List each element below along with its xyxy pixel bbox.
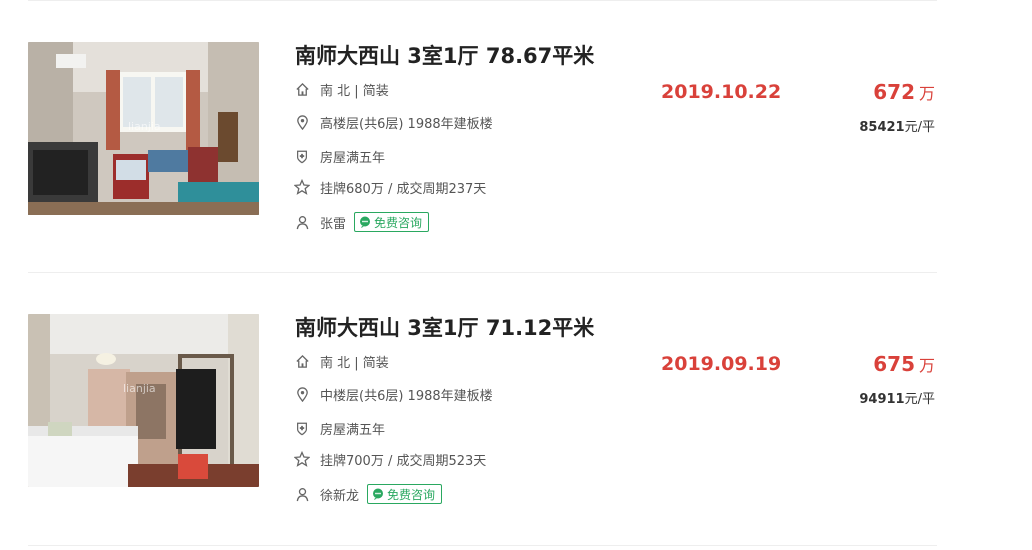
room-photo-image: lianjia xyxy=(28,314,259,487)
unit-price-number: 94911 xyxy=(859,392,905,407)
floor-text: 高楼层(共6层) 1988年建板楼 xyxy=(320,116,493,132)
deal-date: 2019.09.19 xyxy=(661,353,782,375)
orientation-row: 南 北 | 简装 xyxy=(293,351,389,371)
total-price: 675 万 xyxy=(873,352,935,376)
house-icon xyxy=(293,352,311,370)
location-pin-icon xyxy=(293,385,311,403)
agent-row: 张雷 免费咨询 xyxy=(293,212,430,232)
orientation-text: 南 北 | 简装 xyxy=(320,355,389,371)
listing-title[interactable]: 南师大西山 3室1厅 71.12平米 xyxy=(295,312,594,342)
person-icon xyxy=(293,213,311,231)
listing-info-row: 挂牌680万 / 成交周期237天 xyxy=(293,177,486,197)
chat-bubble-icon xyxy=(360,216,371,228)
star-icon xyxy=(293,450,311,468)
unit-price: 85421元/平 xyxy=(859,116,935,135)
tax-row: 房屋满五年 xyxy=(293,146,385,166)
house-icon xyxy=(293,80,311,98)
free-consult-label: 免费咨询 xyxy=(387,487,436,502)
unit-price-suffix: 元/平 xyxy=(904,120,935,135)
listing-info-text: 挂牌680万 / 成交周期237天 xyxy=(320,181,487,197)
shield-icon xyxy=(293,147,311,165)
deal-date: 2019.10.22 xyxy=(661,81,782,103)
free-consult-button[interactable]: 免费咨询 xyxy=(367,484,443,504)
floor-text: 中楼层(共6层) 1988年建板楼 xyxy=(320,388,493,404)
list-divider xyxy=(28,545,937,546)
total-price: 672 万 xyxy=(873,80,935,104)
chat-bubble-icon xyxy=(373,488,384,500)
tax-text: 房屋满五年 xyxy=(320,150,386,166)
free-consult-label: 免费咨询 xyxy=(374,215,423,230)
star-icon xyxy=(293,178,311,196)
listing-photo[interactable]: lianjia xyxy=(28,42,259,215)
person-icon xyxy=(293,485,311,503)
listing-item[interactable]: lianjia 南师大西山 3室1厅 71.12平米 南 北 | 简装 中楼层(… xyxy=(0,272,1032,544)
floor-row: 中楼层(共6层) 1988年建板楼 xyxy=(293,384,493,404)
svg-text:lianjia: lianjia xyxy=(128,120,161,133)
agent-row: 徐新龙 免费咨询 xyxy=(293,484,443,504)
orientation-row: 南 北 | 简装 xyxy=(293,79,389,99)
tax-row: 房屋满五年 xyxy=(293,418,385,438)
tax-text: 房屋满五年 xyxy=(320,422,386,438)
unit-price: 94911元/平 xyxy=(859,388,935,407)
agent-name[interactable]: 徐新龙 xyxy=(320,485,359,504)
listing-info-text: 挂牌700万 / 成交周期523天 xyxy=(320,453,487,469)
total-price-number: 672 xyxy=(873,80,915,104)
listing-photo[interactable]: lianjia xyxy=(28,314,259,487)
free-consult-button[interactable]: 免费咨询 xyxy=(354,212,430,232)
listing-title[interactable]: 南师大西山 3室1厅 78.67平米 xyxy=(295,40,594,70)
orientation-text: 南 北 | 简装 xyxy=(320,83,389,99)
floor-row: 高楼层(共6层) 1988年建板楼 xyxy=(293,112,493,132)
unit-price-number: 85421 xyxy=(859,120,905,135)
deal-list-page: lianjia 南师大西山 3室1厅 78.67平米 南 北 | 简装 高楼层(… xyxy=(0,0,1032,550)
total-price-unit: 万 xyxy=(918,356,935,375)
location-pin-icon xyxy=(293,113,311,131)
total-price-unit: 万 xyxy=(918,84,935,103)
listing-item[interactable]: lianjia 南师大西山 3室1厅 78.67平米 南 北 | 简装 高楼层(… xyxy=(0,0,1032,272)
listing-info-row: 挂牌700万 / 成交周期523天 xyxy=(293,449,486,469)
unit-price-suffix: 元/平 xyxy=(904,392,935,407)
total-price-number: 675 xyxy=(873,352,915,376)
svg-text:lianjia: lianjia xyxy=(123,382,156,395)
room-photo-image: lianjia xyxy=(28,42,259,215)
shield-icon xyxy=(293,419,311,437)
agent-name[interactable]: 张雷 xyxy=(320,213,346,232)
